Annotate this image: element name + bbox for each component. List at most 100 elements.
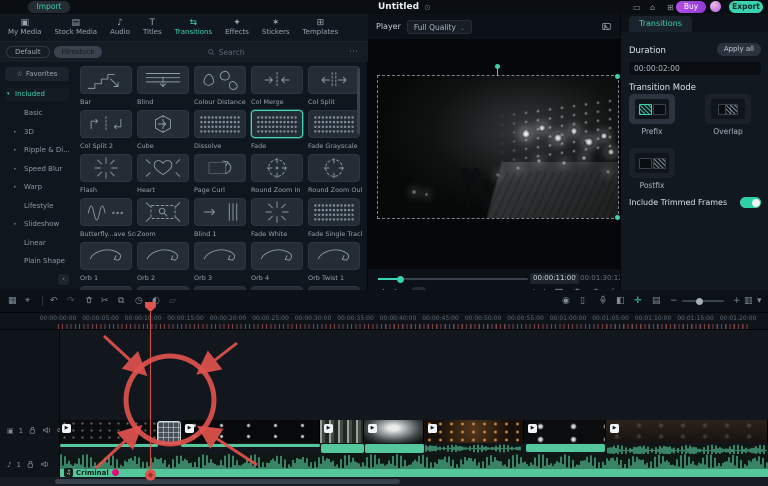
video-frame[interactable] [378, 76, 618, 218]
search-input[interactable]: Search [106, 45, 345, 59]
avatar[interactable] [710, 1, 721, 12]
duration-input[interactable]: 00:00:02:00 [629, 62, 761, 75]
video-clip[interactable] [606, 420, 768, 443]
zoom-in-icon[interactable]: + [733, 295, 741, 307]
lock-icon[interactable] [26, 460, 35, 469]
transition-heart[interactable] [137, 154, 189, 182]
track-height-icon[interactable]: ▥ [744, 295, 753, 307]
transition-orb-1[interactable] [80, 242, 132, 270]
mute-icon[interactable] [40, 460, 49, 469]
transition-flash[interactable] [80, 154, 132, 182]
transition-page-curl[interactable] [194, 154, 246, 182]
trimmed-frames-toggle[interactable] [740, 197, 761, 208]
sidebar-item-linear[interactable]: Linear [0, 234, 75, 252]
redo-icon[interactable]: ↷ [67, 295, 75, 307]
chroma-key-icon[interactable]: ◐ [152, 295, 160, 307]
tab-audio[interactable]: ♪Audio [110, 18, 130, 37]
transition-round-zoom-out[interactable] [308, 154, 360, 182]
video-clip[interactable] [424, 420, 524, 443]
zoom-slider[interactable] [682, 300, 724, 302]
record-icon[interactable]: ◉ [562, 295, 570, 307]
audio-clip[interactable]: ♫ Criminal [60, 454, 768, 478]
project-info-icon[interactable]: ⊙ [424, 3, 431, 12]
mode-postfix[interactable] [629, 148, 675, 178]
buy-button[interactable]: Buy [676, 1, 706, 13]
tab-stickers[interactable]: ✶Stickers [262, 18, 290, 37]
seek-bar[interactable] [378, 278, 528, 280]
transition-fade-white[interactable] [251, 198, 303, 226]
clip-audio-strip[interactable] [60, 444, 158, 447]
expand-icon[interactable]: ▸ [14, 215, 17, 233]
transform-handle-top[interactable] [495, 64, 500, 69]
sidebar-item-speed-blur[interactable]: ▸Speed Blur [0, 160, 75, 178]
tab-transitions[interactable]: Transitions [629, 16, 692, 32]
transition-blind[interactable] [137, 66, 189, 94]
sidebar-item-warp[interactable]: ▸Warp [0, 178, 75, 196]
video-clip[interactable] [181, 420, 320, 443]
crop-icon[interactable]: ⧉ [118, 295, 124, 307]
mode-prefix[interactable] [629, 94, 675, 124]
transition-col-split[interactable] [308, 66, 360, 94]
transition-blind-1[interactable] [194, 198, 246, 226]
timeline-scrollbar-thumb[interactable] [55, 479, 400, 484]
transition-indicator[interactable]: ▶ [62, 424, 71, 433]
more-options-button[interactable]: ⋯ [349, 47, 362, 57]
clip-audio-strip[interactable] [321, 444, 364, 453]
grid-scrollbar[interactable] [357, 68, 360, 134]
lock-icon[interactable] [28, 426, 37, 435]
filmstock-tab[interactable]: Filmstock [54, 46, 103, 58]
expand-icon[interactable]: ▸ [14, 178, 17, 196]
tab-titles[interactable]: TTitles [143, 18, 162, 37]
transition-indicator[interactable]: ▶ [185, 424, 194, 433]
upload-icon[interactable]: ⌂ [650, 3, 655, 12]
device-preview-icon[interactable]: ▯ [580, 295, 585, 307]
transition-orb-3[interactable] [194, 242, 246, 270]
clip-audio-strip[interactable] [181, 444, 320, 447]
clip-audio-strip[interactable] [526, 444, 605, 452]
screen-split-icon[interactable]: ◧ [616, 295, 625, 307]
transition-orb-4[interactable] [251, 242, 303, 270]
sidebar-item-ripple-di-[interactable]: ▸Ripple & Di... [0, 141, 75, 159]
mask-icon[interactable]: ▱ [169, 295, 176, 307]
zoom-slider-handle[interactable] [696, 298, 703, 305]
apps-icon[interactable]: ⊞ [667, 3, 674, 12]
keyboard-shortcut-icon[interactable]: ▤ [652, 295, 661, 307]
expand-icon[interactable]: ▸ [14, 160, 17, 178]
media-bin-icon[interactable]: ▦ [8, 295, 17, 307]
marker-icon[interactable]: ⌖ [25, 295, 30, 307]
transition-bar[interactable] [80, 66, 132, 94]
split-icon[interactable]: ✂ [101, 295, 109, 307]
caret-down-icon[interactable]: ▾ [757, 295, 762, 307]
transition-colour-distance[interactable] [194, 66, 246, 94]
clip-audio-strip[interactable] [365, 444, 424, 453]
transition-col-split-2[interactable] [80, 110, 132, 138]
sidebar-item-plain-shape[interactable]: Plain Shape [0, 252, 75, 270]
transition-orb-2[interactable] [137, 242, 189, 270]
transition-fade[interactable] [251, 110, 303, 138]
transition-indicator[interactable]: ▶ [528, 424, 537, 433]
seek-handle[interactable] [397, 276, 404, 283]
voiceover-icon[interactable] [598, 295, 608, 305]
pip-icon[interactable] [601, 21, 612, 32]
quality-dropdown[interactable]: Full Quality⌄ [407, 20, 472, 34]
favorites-button[interactable]: ☆ Favorites [5, 67, 69, 81]
sidebar-item-3d[interactable]: ▸3D [0, 123, 75, 141]
transition-round-zoom-in[interactable] [251, 154, 303, 182]
collapse-sidebar-button[interactable]: ‹ [58, 274, 69, 285]
clip-audio-strip[interactable] [425, 444, 522, 453]
transition-indicator[interactable]: ▶ [324, 424, 333, 433]
tab-templates[interactable]: ⊞Templates [303, 18, 339, 37]
transition-zoom[interactable] [137, 198, 189, 226]
transition-col-merge[interactable] [251, 66, 303, 94]
transition-butterfly-ave-scrawler[interactable] [80, 198, 132, 226]
default-tab[interactable]: Default [6, 46, 50, 58]
tab-transitions[interactable]: ⇆Transitions [175, 18, 213, 37]
transition-drop-preview[interactable] [157, 421, 181, 444]
included-section[interactable]: Included [5, 88, 69, 101]
expand-icon[interactable]: ▸ [14, 141, 17, 159]
tab-effects[interactable]: ✦Effects [225, 18, 249, 37]
transition-dissolve[interactable] [194, 110, 246, 138]
transition-fade-single-track[interactable] [308, 198, 360, 226]
transform-handle-bottom-right[interactable] [615, 215, 620, 220]
sidebar-item-lifestyle[interactable]: Lifestyle [0, 197, 75, 215]
